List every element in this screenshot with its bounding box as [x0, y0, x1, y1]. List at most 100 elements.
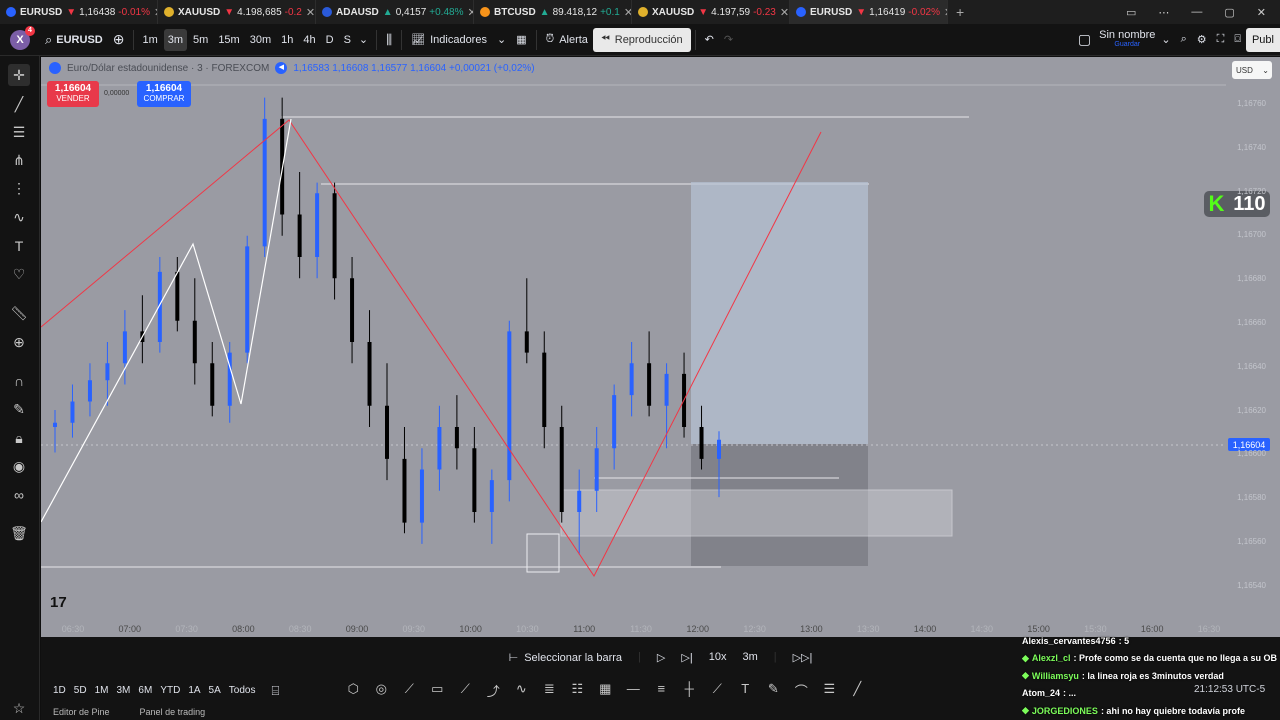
line-icon[interactable]: ╱ — [843, 681, 871, 700]
fib-retracement-icon[interactable]: ≡ — [647, 681, 675, 700]
curve-icon[interactable]: ⌒ — [787, 681, 815, 700]
interval-4h[interactable]: 4h — [299, 29, 319, 51]
close-tab-icon[interactable]: ✕ — [302, 6, 315, 19]
play-button[interactable]: ▷ — [657, 651, 665, 664]
channel-icon[interactable]: ≣ — [535, 681, 563, 700]
new-tab-button[interactable]: + — [948, 4, 972, 20]
trash-icon[interactable]: 🗑︎ — [8, 522, 30, 544]
range-1a[interactable]: 1A — [184, 685, 204, 696]
zoom-in-icon[interactable]: ⊕ — [8, 331, 30, 353]
interval-5m[interactable]: 5m — [189, 29, 212, 51]
fullscreen-button[interactable]: ⛶ — [1212, 28, 1230, 52]
quick-search-button[interactable]: ⌕ — [1176, 28, 1192, 52]
range-ytd[interactable]: YTD — [156, 685, 184, 696]
range-3m[interactable]: 3M — [113, 685, 135, 696]
interval-3m[interactable]: 3m — [163, 28, 188, 51]
heart-icon[interactable]: ♡ — [8, 263, 30, 285]
path-icon[interactable]: ⤴ — [479, 681, 507, 700]
browser-tab[interactable]: XAUUSD ▼ 4.198,685 -0.2 ✕ — [158, 0, 316, 24]
close-tab-icon[interactable]: ✕ — [150, 6, 157, 19]
sell-button[interactable]: 1,16604 VENDER — [47, 81, 99, 107]
interval-1h[interactable]: 1h — [277, 29, 297, 51]
horizontal-lines-icon[interactable]: ☰ — [8, 121, 30, 143]
magnet-icon[interactable]: ∩ — [8, 370, 30, 392]
layout-menu[interactable]: ▢ Sin nombre Guardar ⌄ — [1073, 28, 1176, 52]
pine-editor-tab[interactable]: Editor de Pine — [53, 707, 110, 717]
layouts-button[interactable]: ▦ — [511, 28, 531, 52]
text-icon[interactable]: T — [8, 235, 30, 257]
browser-tab[interactable]: XAUUSD ▼ 4.197,59 -0.23 ✕ — [632, 0, 790, 24]
more-icon[interactable]: ⋯ — [1158, 6, 1169, 19]
browser-tab[interactable]: EURUSD▼1,16438-0.01%✕ — [0, 0, 158, 24]
browser-tab[interactable]: EURUSD▼1,16419-0.02%✕ — [790, 0, 948, 24]
link-icon[interactable]: ∞ — [8, 484, 30, 506]
range-1m[interactable]: 1M — [91, 685, 113, 696]
cast-icon[interactable]: ▭ — [1126, 6, 1136, 19]
pitchfork-icon[interactable]: ⋔ — [8, 149, 30, 171]
settings-button[interactable]: ⚙ — [1192, 28, 1212, 52]
close-tab-icon[interactable]: ✕ — [463, 6, 473, 19]
trading-panel-tab[interactable]: Panel de trading — [140, 707, 206, 717]
publish-button[interactable]: Publ — [1245, 27, 1280, 52]
select-bar-button[interactable]: ⊢ Seleccionar la barra — [509, 651, 622, 664]
date-range-icon[interactable]: ⌸ — [271, 683, 279, 699]
close-tab-icon[interactable]: ✕ — [940, 6, 947, 19]
ruler-icon[interactable]: 📏︎ — [8, 302, 30, 324]
polygon-icon[interactable]: ⬡ — [339, 681, 367, 700]
step-forward-button[interactable]: ▷| — [681, 651, 692, 664]
range-6m[interactable]: 6M — [134, 685, 156, 696]
snapshot-button[interactable]: ⌼ — [1229, 28, 1246, 52]
fib-channel-icon[interactable]: ☷ — [563, 681, 591, 700]
buy-button[interactable]: 1,16604 COMPRAR — [137, 81, 191, 107]
crosshair-icon[interactable]: ✛ — [8, 64, 30, 86]
horizontal-line-icon[interactable]: — — [619, 681, 647, 700]
wave-icon[interactable]: ∿ — [507, 681, 535, 700]
close-window-button[interactable]: ✕ — [1257, 6, 1266, 19]
maximize-button[interactable]: ▢ — [1224, 6, 1234, 19]
close-tab-icon[interactable]: ✕ — [776, 6, 789, 19]
browser-tab[interactable]: ADAUSD▲0,4157+0.48%✕ — [316, 0, 474, 24]
range-1d[interactable]: 1D — [49, 685, 70, 696]
fib-icon[interactable]: ⋮ — [8, 177, 30, 199]
grid-icon[interactable]: ▦ — [591, 681, 619, 700]
cross-line-icon[interactable]: ┼ — [675, 681, 703, 700]
text-icon[interactable]: T — [731, 681, 759, 700]
rectangle-icon[interactable]: ▭ — [423, 681, 451, 700]
pencil-lock-icon[interactable]: ✎ — [8, 398, 30, 420]
minimize-button[interactable]: — — [1191, 6, 1202, 19]
symbol-search[interactable]: ⌕ EURUSD — [40, 28, 108, 52]
range-5a[interactable]: 5A — [205, 685, 225, 696]
close-tab-icon[interactable]: ✕ — [620, 6, 631, 19]
chart-canvas[interactable] — [41, 57, 1280, 637]
redo-button[interactable]: ↷ — [719, 28, 738, 52]
alert-button[interactable]: ⏰︎ Alerta — [541, 28, 593, 52]
indicator-templates-button[interactable]: ⌄ — [492, 28, 511, 52]
currency-select[interactable]: USD ⌄ — [1232, 61, 1272, 79]
undo-button[interactable]: ↶ — [700, 28, 719, 52]
circle-icon[interactable]: ◎ — [367, 681, 395, 700]
brush-icon[interactable]: ∿ — [8, 206, 30, 228]
interval-d[interactable]: D — [322, 29, 338, 51]
pen-icon[interactable]: ✎ — [759, 681, 787, 700]
fib-lines-icon[interactable]: ☰ — [815, 681, 843, 700]
lock-icon[interactable]: 🔒︎ — [8, 427, 30, 449]
chart-type-button[interactable]: ⫼ — [381, 28, 397, 52]
chevron-down-icon[interactable]: ⌄ — [355, 29, 372, 51]
ray-icon[interactable]: ⟋ — [451, 681, 479, 700]
range-todos[interactable]: Todos — [225, 685, 260, 696]
indicators-button[interactable]: 📈︎ Indicadores — [406, 28, 492, 52]
replay-interval-select[interactable]: 3m — [742, 651, 757, 663]
interval-1m[interactable]: 1m — [138, 29, 161, 51]
compare-symbol-button[interactable]: ⊕ — [108, 28, 130, 52]
trend-line-icon[interactable]: ╱ — [8, 93, 30, 115]
chart-pane[interactable]: Euro/Dólar estadounidense · 3 · FOREXCOM… — [41, 57, 1280, 637]
interval-15m[interactable]: 15m — [214, 29, 243, 51]
replay-button[interactable]: ⏪︎ Reproducción — [592, 27, 691, 52]
star-icon[interactable]: ☆ — [8, 697, 30, 719]
interval-30m[interactable]: 30m — [246, 29, 275, 51]
speed-select[interactable]: 10x — [709, 651, 727, 663]
range-5d[interactable]: 5D — [70, 685, 91, 696]
user-avatar[interactable]: X4 — [10, 25, 35, 50]
browser-tab[interactable]: BTCUSD▲89.418,12+0.1✕ — [474, 0, 632, 24]
eye-icon[interactable]: ◉ — [8, 455, 30, 477]
